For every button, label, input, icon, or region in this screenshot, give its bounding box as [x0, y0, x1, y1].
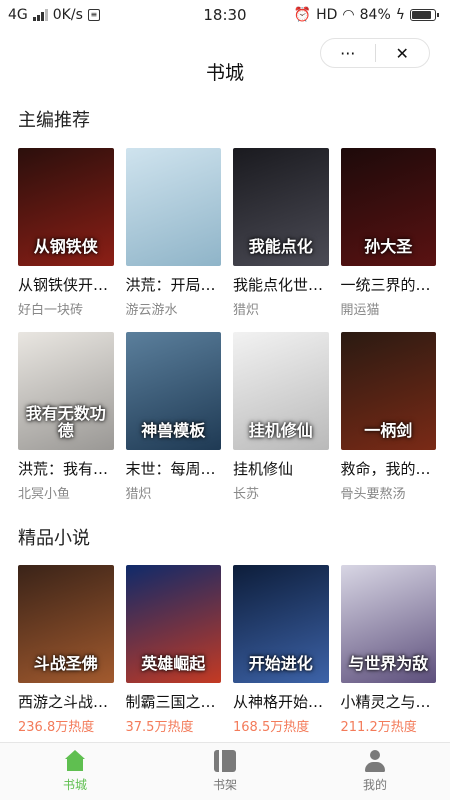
book-card[interactable]: 神兽模板 末世：每周一个神兽模板 猎炽 [125, 332, 222, 502]
tab-profile[interactable]: 我的 [300, 743, 450, 800]
book-title: 一统三界的神豪孙子 [340, 276, 437, 294]
tab-label: 书架 [212, 778, 237, 792]
book-cover[interactable]: 挂机修仙 [233, 332, 329, 450]
book-title: 从钢铁侠开始做计划 [18, 276, 114, 294]
book-cover[interactable]: 我有无数功德 [18, 332, 114, 450]
book-title: 洪荒：我有无数功德 [18, 460, 114, 478]
book-author: 游云游水 [125, 303, 178, 318]
book-title: 挂机修仙 [233, 460, 294, 478]
network-speed: 0K/s [52, 7, 83, 23]
book-heat: 168.5万热度 [233, 720, 310, 735]
status-right: ⏰ HD ◠ 84% ϟ [293, 7, 439, 23]
book-grid-editor-picks-row1: 从钢铁侠 从钢铁侠开始做计划 好白一块砖 洪荒：开局赠送无限资源 游云游水 我能… [18, 148, 436, 318]
home-icon [63, 750, 87, 772]
book-heat: 37.5万热度 [125, 720, 194, 735]
header: 书城 ··· ✕ [0, 38, 450, 88]
tab-label: 书城 [62, 778, 87, 792]
wifi-icon: ◠ [342, 7, 355, 23]
hd-badge: HD [316, 7, 338, 23]
battery-icon [410, 9, 439, 21]
book-author: 好白一块砖 [18, 303, 84, 318]
book-author: 猎炽 [233, 303, 260, 318]
bottom-tab-bar: 书城 书架 我的 [0, 742, 450, 800]
tab-label: 我的 [362, 778, 387, 792]
book-cover[interactable]: 与世界为敌 [340, 565, 436, 683]
book-author: 猎炽 [125, 487, 152, 502]
book-card[interactable]: 开始进化 从神格开始进化 168.5万热度 [233, 565, 329, 735]
book-heat: 236.8万热度 [18, 720, 95, 735]
mini-program-capsule: ··· ✕ [320, 38, 430, 68]
book-cover[interactable]: 从钢铁侠 [18, 148, 114, 266]
book-card[interactable]: 挂机修仙 挂机修仙 长苏 [233, 332, 329, 502]
book-card[interactable]: 孙大圣 一统三界的神豪孙子 開运猫 [340, 148, 437, 318]
more-button[interactable]: ··· [321, 39, 375, 67]
bookshelf-icon [214, 750, 236, 772]
book-title: 从神格开始进化 [233, 693, 329, 711]
book-card[interactable]: 斗战圣佛 西游之斗战圣佛 236.8万热度 [18, 565, 114, 735]
book-card[interactable]: 从钢铁侠 从钢铁侠开始做计划 好白一块砖 [18, 148, 114, 318]
book-author: 北冥小鱼 [18, 487, 71, 502]
book-cover[interactable]: 斗战圣佛 [18, 565, 114, 683]
book-cover[interactable]: 开始进化 [233, 565, 329, 683]
status-bar: 4G 0K/s ≡ 18:30 ⏰ HD ◠ 84% ϟ [0, 0, 450, 30]
book-card[interactable]: 与世界为敌 小精灵之与世界为敌 211.2万热度 [340, 565, 437, 735]
book-card[interactable]: 我有无数功德 洪荒：我有无数功德 北冥小鱼 [18, 332, 114, 502]
book-cover[interactable]: 孙大圣 [340, 148, 436, 266]
section-title-premium: 精品小说 [18, 528, 90, 549]
book-cover[interactable]: 一柄剑 [340, 332, 436, 450]
network-type: 4G [8, 7, 28, 23]
book-cover[interactable]: 我能点化 [233, 148, 329, 266]
close-button[interactable]: ✕ [376, 39, 430, 67]
book-author: 长苏 [233, 487, 260, 502]
book-card[interactable]: 英雄崛起 制霸三国之英雄崛起 37.5万热度 [125, 565, 222, 735]
book-title: 末世：每周一个神兽模板 [125, 460, 222, 478]
book-author: 開运猫 [340, 303, 380, 318]
tab-bookstore[interactable]: 书城 [0, 743, 150, 800]
book-heat: 211.2万热度 [340, 720, 417, 735]
tab-bookshelf[interactable]: 书架 [150, 743, 300, 800]
book-grid-editor-picks-row2: 我有无数功德 洪荒：我有无数功德 北冥小鱼 神兽模板 末世：每周一个神兽模板 猎… [18, 332, 436, 502]
book-title: 小精灵之与世界为敌 [340, 693, 437, 711]
book-cover[interactable]: 英雄崛起 [125, 565, 221, 683]
book-title: 西游之斗战圣佛 [18, 693, 114, 711]
book-card[interactable]: 洪荒：开局赠送无限资源 游云游水 [125, 148, 222, 318]
book-grid-premium: 斗战圣佛 西游之斗战圣佛 236.8万热度 英雄崛起 制霸三国之英雄崛起 37.… [18, 565, 436, 735]
book-cover[interactable]: 神兽模板 [125, 332, 221, 450]
book-card[interactable]: 我能点化 我能点化世间万物 猎炽 [233, 148, 329, 318]
signal-icon [32, 9, 48, 21]
book-cover[interactable] [125, 148, 221, 266]
battery-percent: 84% [359, 7, 391, 23]
user-icon [363, 750, 387, 772]
book-author: 骨头要熬汤 [340, 487, 406, 502]
book-card[interactable]: 一柄剑 救命，我的剑成精了 骨头要熬汤 [340, 332, 437, 502]
book-title: 制霸三国之英雄崛起 [125, 693, 222, 711]
charging-icon: ϟ [395, 7, 405, 23]
book-title: 我能点化世间万物 [233, 276, 329, 294]
alarm-icon: ⏰ [293, 7, 312, 23]
notification-icon: ≡ [87, 9, 100, 21]
section-title-editor-picks: 主编推荐 [18, 110, 90, 131]
book-title: 洪荒：开局赠送无限资源 [125, 276, 222, 294]
book-title: 救命，我的剑成精了 [340, 460, 437, 478]
status-left: 4G 0K/s ≡ [8, 7, 100, 23]
